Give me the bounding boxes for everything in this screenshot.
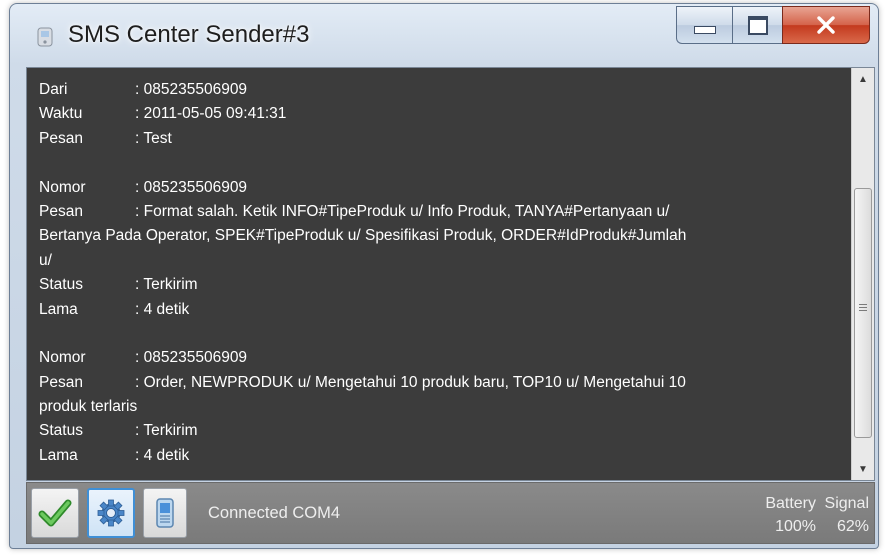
message-line: Pesan : Order, NEWPRODUK u/ Mengetahui 10… (39, 371, 851, 395)
field-value: : Format salah. Ketik INFO#TipeProduk u/… (135, 202, 670, 220)
maximize-button[interactable] (732, 6, 782, 44)
field-value: : Order, NEWPRODUK u/ Mengetahui 10 prod… (135, 373, 686, 391)
field-label: Pesan (39, 202, 83, 220)
caption-buttons (676, 6, 870, 44)
minimize-button[interactable] (676, 6, 732, 44)
field-value: : 4 detik (135, 446, 190, 464)
message-log-text[interactable]: Dari : 085235506909 Waktu : 2011-05-05 09:4… (27, 68, 851, 480)
message-log: Dari : 085235506909 Waktu : 2011-05-05 09:4… (26, 67, 875, 481)
gear-icon (97, 499, 125, 527)
scroll-down-arrow-icon[interactable]: ▼ (852, 458, 874, 480)
scroll-thumb[interactable] (854, 188, 872, 438)
sms-app-icon (32, 24, 58, 50)
field-label: Nomor (39, 349, 86, 367)
settings-button[interactable] (87, 488, 135, 538)
title-bar[interactable]: SMS Center Sender#3 (10, 4, 878, 66)
close-icon (817, 16, 835, 34)
field-label: Nomor (39, 178, 86, 196)
field-value: : 4 detik (135, 300, 190, 318)
message-line: Nomor : 085235506909 (39, 346, 851, 370)
field-value: : Terkirim (135, 276, 198, 294)
signal-value: 62% (836, 518, 869, 535)
message-line: Lama : 4 detik (39, 444, 851, 468)
message-line: Pesan : Test (39, 127, 851, 151)
message-line: produk terlaris (39, 395, 851, 419)
field-label: Status (39, 276, 83, 294)
message-line: Dari : 085235506909 (39, 78, 851, 102)
field-label: Pesan (39, 129, 83, 147)
message-separator (39, 151, 851, 175)
message-line: Waktu : 2011-05-05 09:41:31 (39, 102, 851, 126)
battery-value: 100% (775, 518, 816, 535)
battery-meter: Battery 100% (765, 492, 816, 538)
minimize-icon (693, 26, 716, 34)
field-label: Dari (39, 81, 68, 98)
field-label: Lama (39, 300, 78, 318)
phone-icon (156, 498, 174, 528)
message-line: u/ (39, 249, 851, 273)
field-value: : 085235506909 (135, 81, 248, 98)
scroll-grip-icon (859, 304, 867, 313)
message-line: Status : Terkirim (39, 273, 851, 297)
field-value: u/ (39, 251, 52, 269)
field-value: : Test (135, 129, 172, 147)
message-line: Bertanya Pada Operator, SPEK#TipeProduk … (39, 224, 851, 248)
signal-meter: Signal 62% (825, 492, 869, 538)
ok-button[interactable] (31, 488, 79, 538)
signal-label: Signal (824, 495, 869, 512)
close-button[interactable] (782, 6, 870, 44)
battery-label: Battery (765, 495, 816, 512)
connection-status: Connected COM4 (208, 504, 341, 522)
message-line: Lama : 4 detik (39, 298, 851, 322)
app-window: SMS Center Sender#3 Dari : 085235506909 Wa… (9, 3, 879, 549)
message-separator (39, 322, 851, 346)
field-value: : 085235506909 (135, 349, 248, 367)
field-value: : Terkirim (135, 422, 198, 440)
message-line: Status : Terkirim (39, 419, 851, 443)
vertical-scrollbar[interactable]: ▲ ▼ (851, 68, 874, 480)
field-value: : 085235506909 (135, 178, 248, 196)
field-value: Bertanya Pada Operator, SPEK#TipeProduk … (39, 227, 687, 245)
field-label: Pesan (39, 373, 83, 391)
field-label: Lama (39, 446, 78, 464)
field-label: Waktu (39, 105, 83, 123)
phone-button[interactable] (143, 488, 187, 538)
maximize-icon (747, 15, 768, 35)
status-bar: Connected COM4 Battery 100% Signal 62% (26, 482, 875, 544)
field-label: Status (39, 422, 83, 440)
checkmark-icon (38, 499, 72, 527)
scroll-up-arrow-icon[interactable]: ▲ (852, 68, 874, 90)
message-line: Pesan : Format salah. Ketik INFO#TipeProd… (39, 200, 851, 224)
window-title: SMS Center Sender#3 (68, 21, 310, 48)
field-value: : 2011-05-05 09:41:31 (135, 105, 287, 123)
message-line: Nomor : 085235506909 (39, 176, 851, 200)
field-value: produk terlaris (39, 398, 138, 416)
